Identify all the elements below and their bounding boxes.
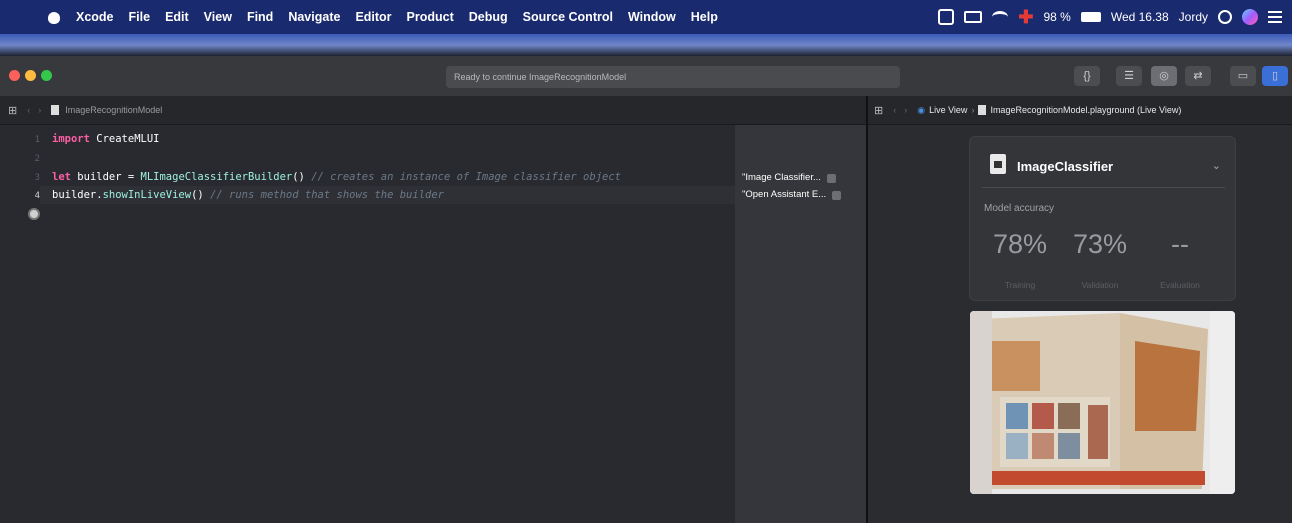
siri-icon[interactable] xyxy=(1242,9,1258,25)
keyword: import xyxy=(52,133,90,145)
app-status-icon[interactable] xyxy=(938,9,955,25)
evaluation-accuracy: -- xyxy=(1171,229,1189,259)
breadcrumb-separator-icon: › xyxy=(971,105,975,115)
assistant-editor-button[interactable]: ◎ xyxy=(1151,66,1177,86)
image-drop-preview[interactable] xyxy=(970,311,1235,494)
activity-status-bar: Ready to continue ImageRecognitionModel xyxy=(446,66,900,88)
code-text: builder = xyxy=(77,171,141,183)
menu-debug[interactable]: Debug xyxy=(469,10,508,24)
menu-navigate[interactable]: Navigate xyxy=(288,10,340,24)
live-view-icon: ◉ xyxy=(917,104,926,115)
desktop-background xyxy=(0,34,1292,56)
wifi-icon[interactable] xyxy=(992,11,1009,23)
code-text: () xyxy=(292,171,305,183)
evaluation-label: Evaluation xyxy=(1160,280,1200,290)
card-title: ImageClassifier xyxy=(1017,159,1114,174)
editor-jump-bar: ⊞ ‹ › ImageRecognitionModel xyxy=(0,96,866,125)
airplay-icon[interactable] xyxy=(964,11,983,23)
library-button[interactable]: {} xyxy=(1074,66,1100,86)
method-name: showInLiveView xyxy=(102,189,192,201)
result-row-2[interactable]: "Open Assistant E... xyxy=(742,187,842,203)
breadcrumb-playground-file[interactable]: ImageRecognitionModel.playground (Live V… xyxy=(990,105,1181,115)
toggle-inspector-button[interactable]: ▯ xyxy=(1262,66,1288,86)
plus-status-icon[interactable]: ✚ xyxy=(1018,8,1033,26)
related-items-icon[interactable]: ⊞ xyxy=(8,104,17,117)
toggle-debug-area-button[interactable]: ▭ xyxy=(1230,66,1256,86)
code-text: builder. xyxy=(52,189,103,201)
validation-label: Validation xyxy=(1081,280,1119,290)
result-row-1[interactable]: "Image Classifier... xyxy=(742,170,836,186)
breadcrumb-live-view[interactable]: Live View xyxy=(929,105,967,115)
image-classifier-card: ImageClassifier ⌄ Model accuracy 78% 73%… xyxy=(969,136,1236,301)
menu-bar: Xcode File Edit View Find Navigate Edito… xyxy=(0,0,1292,34)
user-name[interactable]: Jordy xyxy=(1179,10,1208,24)
line-number: 4 xyxy=(34,191,40,201)
quick-look-icon[interactable] xyxy=(832,190,842,200)
spotlight-search-icon[interactable] xyxy=(1218,10,1232,24)
battery-percent[interactable]: 98 % xyxy=(1043,10,1070,24)
standard-editor-button[interactable]: ☰ xyxy=(1116,66,1142,86)
class-name: MLImageClassifierBuilder xyxy=(140,171,293,183)
menu-app-name[interactable]: Xcode xyxy=(76,10,114,24)
chevron-down-icon[interactable]: ⌄ xyxy=(1212,159,1221,172)
menu-product[interactable]: Product xyxy=(407,10,454,24)
live-view-jump-bar: ⊞ ‹ › ◉ Live View › ImageRecognitionMode… xyxy=(868,96,1292,125)
breadcrumb-file[interactable]: ImageRecognitionModel xyxy=(65,105,162,115)
playground-file-icon xyxy=(51,105,60,115)
menu-file[interactable]: File xyxy=(129,10,151,24)
code-comment: // creates an instance of Image classifi… xyxy=(311,171,621,183)
code-text: () xyxy=(191,189,204,201)
code-comment: // runs method that shows the builder xyxy=(210,189,444,201)
line-number: 2 xyxy=(34,154,40,164)
module-name: CreateMLUI xyxy=(96,133,160,145)
menu-view[interactable]: View xyxy=(204,10,232,24)
line-number: 3 xyxy=(34,173,40,183)
training-accuracy: 78% xyxy=(992,229,1048,259)
result-value: "Image Classifier... xyxy=(742,172,821,183)
validation-accuracy: 73% xyxy=(1072,229,1128,259)
code-line-3[interactable]: 3 let builder = MLImageClassifierBuilder(… xyxy=(0,168,621,186)
status-area: ✚ 98 % Wed 16.38 Jordy xyxy=(938,0,1282,34)
notification-center-icon[interactable] xyxy=(1268,11,1282,23)
divider xyxy=(982,187,1225,188)
document-icon xyxy=(990,154,1006,174)
magazine-photo xyxy=(970,311,1235,494)
code-line-1[interactable]: 1 import CreateMLUI xyxy=(0,130,160,148)
code-line-2[interactable]: 2 xyxy=(0,149,52,167)
code-line-4[interactable]: 4 builder.showInLiveView() // runs method… xyxy=(0,186,444,204)
line-number: 1 xyxy=(34,135,40,145)
menu-editor[interactable]: Editor xyxy=(355,10,391,24)
back-arrow-icon[interactable]: ‹ xyxy=(27,105,30,115)
training-label: Training xyxy=(1004,280,1036,290)
forward-arrow-icon[interactable]: › xyxy=(904,105,907,115)
battery-icon[interactable] xyxy=(1080,12,1101,22)
result-value: "Open Assistant E... xyxy=(742,189,827,200)
clock[interactable]: Wed 16.38 xyxy=(1111,10,1169,24)
keyword: let xyxy=(52,171,71,183)
quick-look-icon[interactable] xyxy=(826,173,836,183)
back-arrow-icon[interactable]: ‹ xyxy=(893,105,896,115)
menu-help[interactable]: Help xyxy=(691,10,718,24)
forward-arrow-icon[interactable]: › xyxy=(38,105,41,115)
close-window-button[interactable] xyxy=(9,70,20,81)
menu-find[interactable]: Find xyxy=(247,10,273,24)
run-playground-button[interactable] xyxy=(28,208,40,220)
apple-icon[interactable] xyxy=(46,9,62,25)
menu-edit[interactable]: Edit xyxy=(165,10,189,24)
menu-source-control[interactable]: Source Control xyxy=(523,10,613,24)
accuracy-label: Model accuracy xyxy=(984,203,1055,214)
menu-window[interactable]: Window xyxy=(628,10,676,24)
version-editor-button[interactable]: ⇄ xyxy=(1185,66,1211,86)
zoom-window-button[interactable] xyxy=(41,70,52,81)
minimize-window-button[interactable] xyxy=(25,70,36,81)
related-items-icon[interactable]: ⊞ xyxy=(874,104,883,117)
playground-file-icon xyxy=(978,105,987,115)
